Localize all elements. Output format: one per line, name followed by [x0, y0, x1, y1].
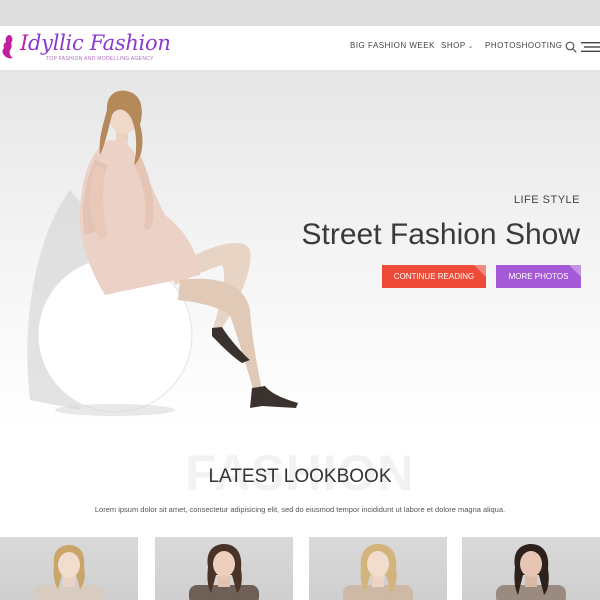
woman-silhouette-icon — [2, 35, 13, 59]
nav-item-big-fashion-week[interactable]: BIG FASHION WEEK — [350, 41, 435, 50]
lookbook-card[interactable] — [309, 537, 447, 600]
brand-tagline: TOP FASHION AND MODELLING AGENCY — [46, 56, 154, 62]
lookbook-card[interactable] — [462, 537, 600, 600]
lookbook-photo — [343, 544, 413, 600]
brand-name: Idyllic Fashion — [20, 31, 171, 55]
lookbook-description: Lorem ipsum dolor sit amet, consectetur … — [94, 505, 506, 514]
lookbook-photo — [496, 544, 566, 600]
hero-title: Street Fashion Show — [301, 218, 580, 251]
lookbook-photo — [189, 544, 259, 600]
lookbook-card[interactable] — [0, 537, 138, 600]
chevron-down-icon: ⌄ — [467, 43, 475, 50]
continue-reading-button[interactable]: CONTINUE READING — [382, 265, 486, 288]
lookbook-title: LATEST LOOKBOOK — [208, 466, 392, 487]
lookbook-card[interactable] — [155, 537, 293, 600]
more-photos-button[interactable]: MORE PHOTOS — [496, 265, 581, 288]
nav-item-shop[interactable]: SHOP ⌄ — [441, 41, 474, 50]
nav-item-photoshooting[interactable]: PHOTOSHOOTING — [485, 41, 562, 50]
hamburger-menu-icon[interactable] — [581, 42, 600, 52]
site-logo[interactable]: Idyllic Fashion TOP FASHION AND MODELLIN… — [0, 31, 171, 67]
hero-kicker: LIFE STYLE — [513, 194, 580, 206]
hero-banner: LIFE STYLE Street Fashion Show CONTINUE … — [0, 70, 600, 430]
lookbook-photo — [34, 545, 104, 600]
top-bar — [0, 0, 600, 26]
site-header: Idyllic Fashion TOP FASHION AND MODELLIN… — [0, 26, 600, 70]
hero-model-image — [27, 90, 298, 416]
search-icon[interactable] — [565, 41, 577, 53]
